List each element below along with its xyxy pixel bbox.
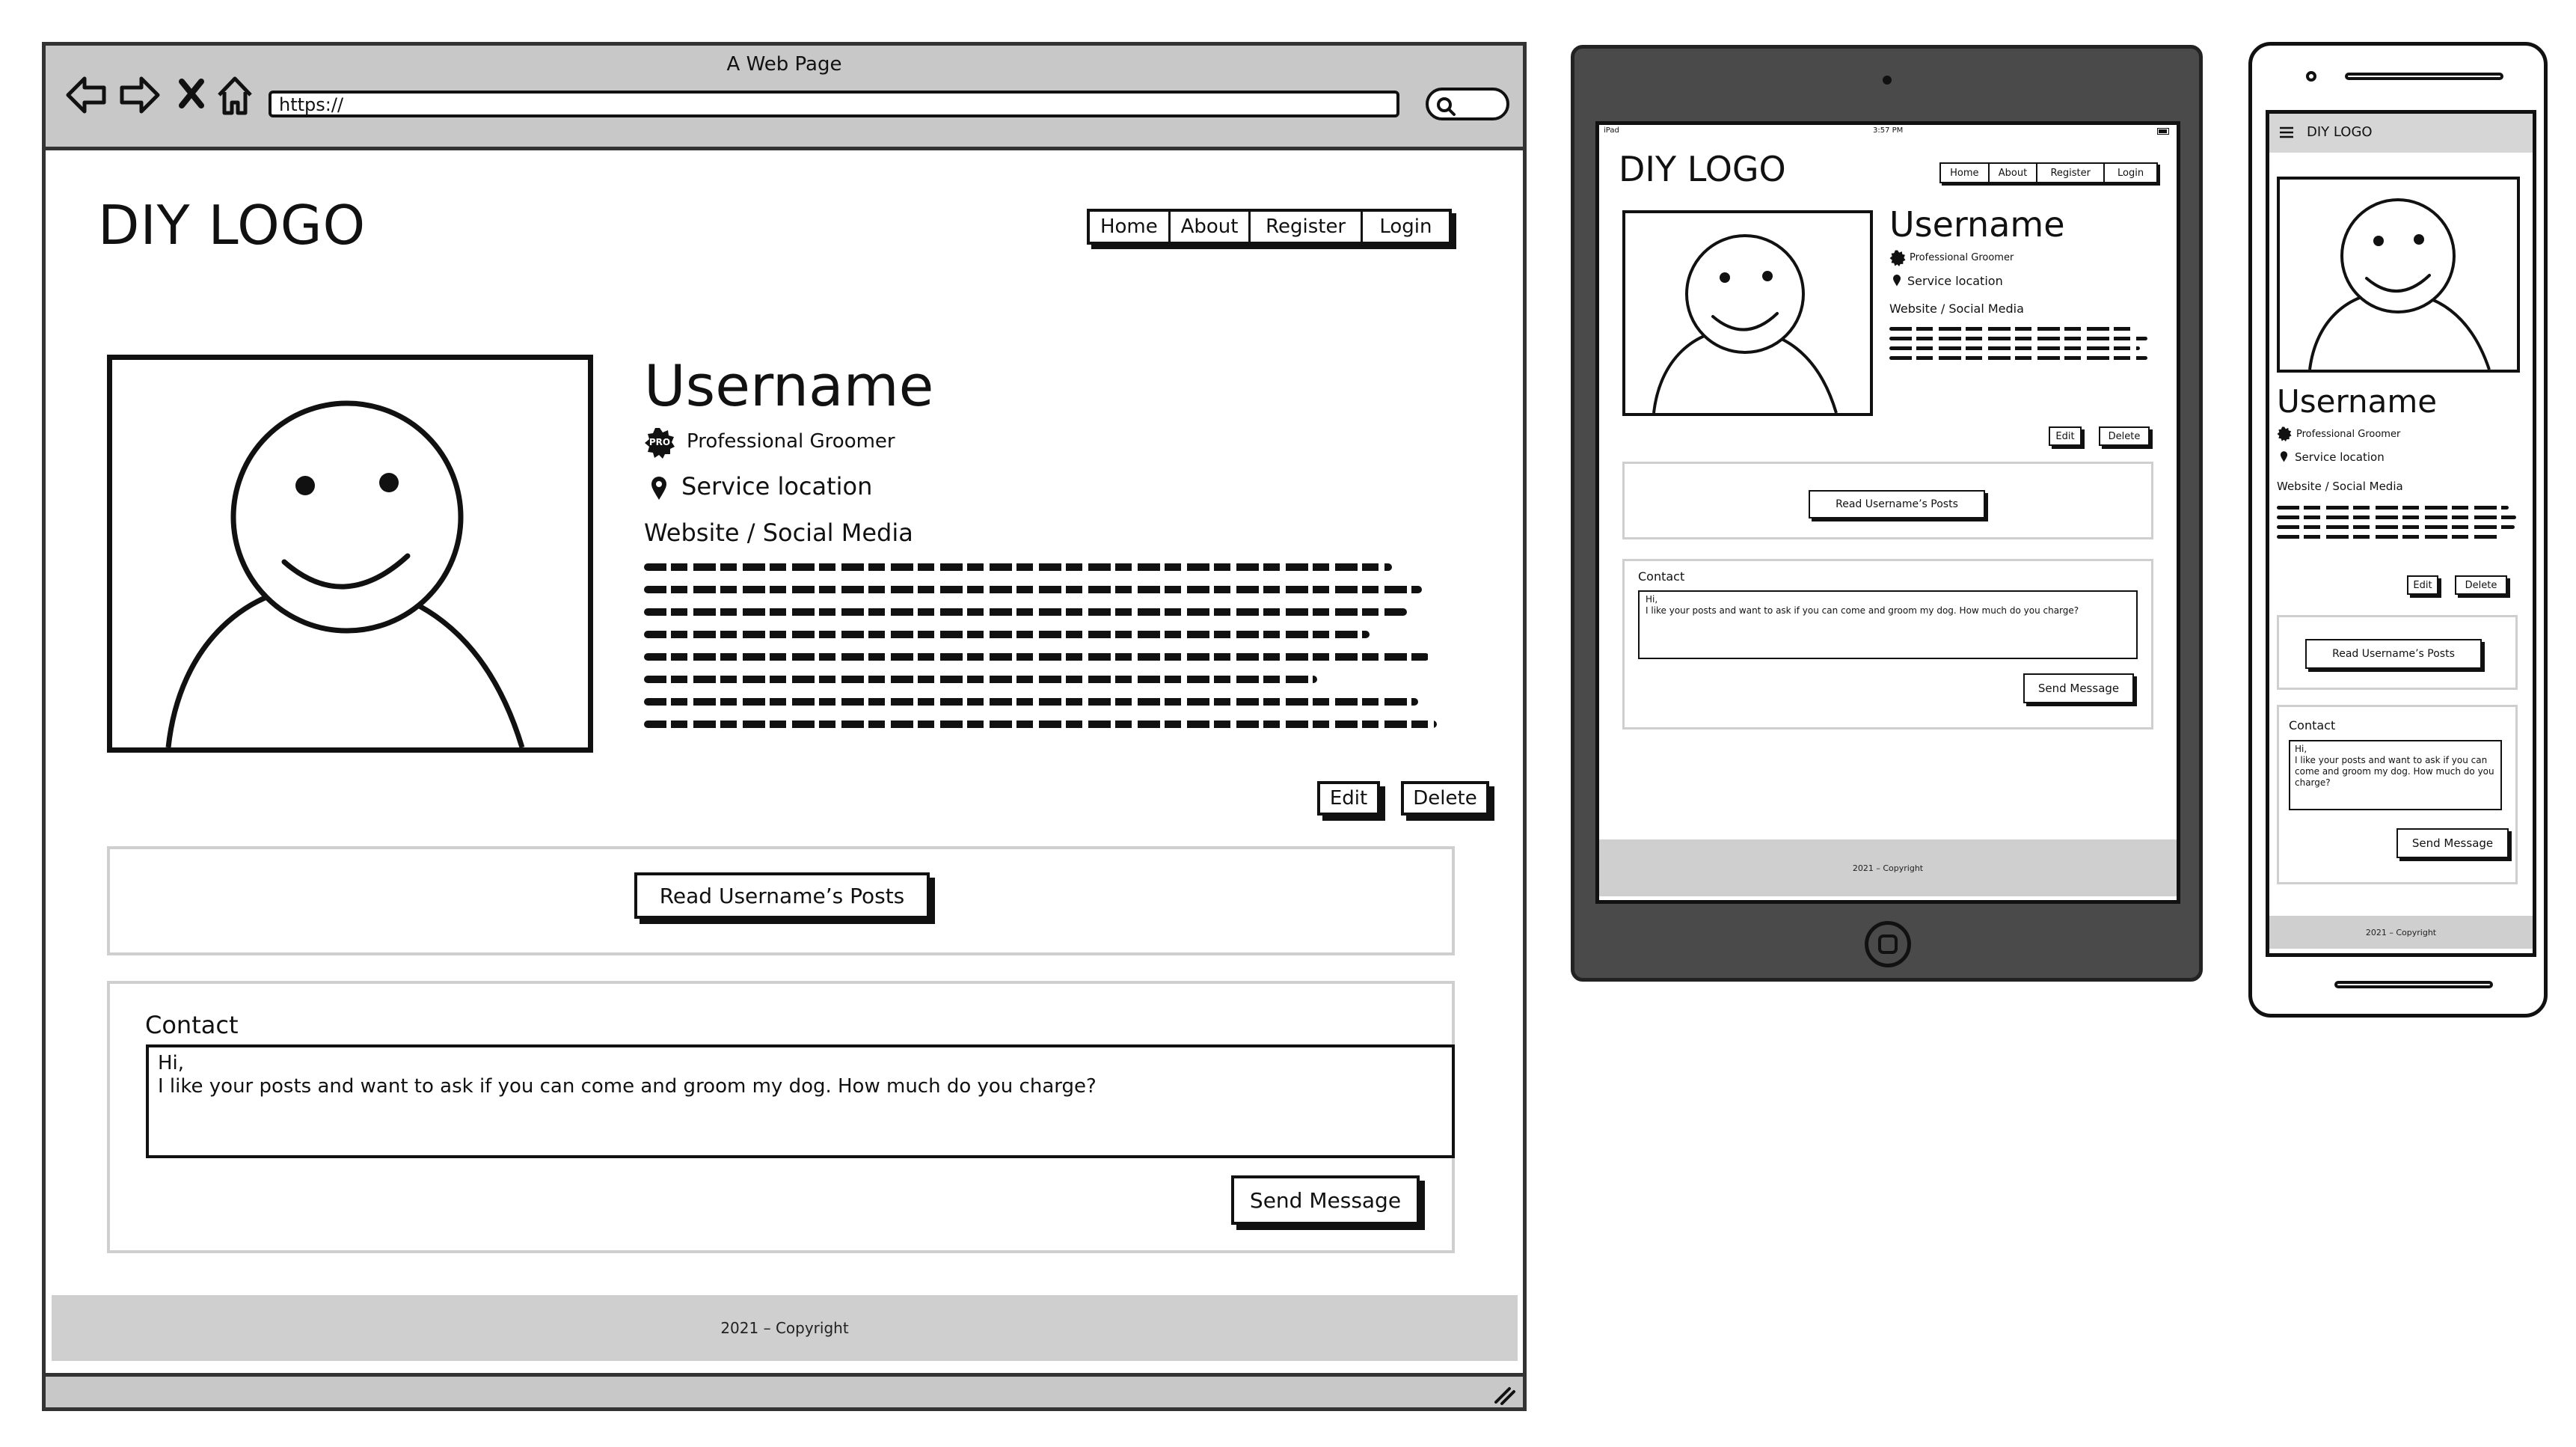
location-pin-icon [651,477,666,500]
phone-delete-button[interactable]: Delete [2455,575,2507,595]
back-arrow-icon[interactable] [65,76,107,114]
phone-smiley-person-image [2308,198,2491,370]
tablet-pro-badge-icon [1889,250,1906,266]
tablet-read-posts-button[interactable]: Read Username’s Posts [1809,490,1985,518]
browser-toolbar: A Web Page https:// [46,46,1523,150]
battery-fill [2159,129,2167,133]
tablet-nav-about[interactable]: About [1990,164,2038,182]
phone-home-bar[interactable] [2334,981,2493,988]
phone-screen: DIY LOGO Username Professional Groomer S… [2266,110,2536,957]
contact-title: Contact [145,1011,239,1039]
nav-about[interactable]: About [1171,212,1251,242]
forward-arrow-icon[interactable] [119,76,161,114]
tablet-camera [1883,76,1892,85]
stop-x-icon[interactable] [179,79,204,108]
home-icon[interactable] [216,76,254,116]
delete-button[interactable]: Delete [1401,781,1489,816]
phone-read-posts-button[interactable]: Read Username’s Posts [2305,639,2482,669]
profile-bio-placeholder [644,563,1459,743]
phone-header: DIY LOGO [2269,114,2533,153]
tablet-contact-title: Contact [1638,569,1685,584]
profile-username: Username [644,352,934,419]
nav-login[interactable]: Login [1363,212,1449,242]
resize-grip-icon[interactable] [1493,1384,1515,1405]
read-posts-button[interactable]: Read Username’s Posts [634,872,930,919]
search-icon [1437,97,1456,116]
phone-edit-button[interactable]: Edit [2407,575,2438,595]
window-title: A Web Page [726,53,842,76]
profile-website[interactable]: Website / Social Media [644,518,913,547]
tablet-nav-login[interactable]: Login [2105,164,2156,182]
browser-status-bar [46,1373,1523,1407]
url-text: https:// [279,94,344,115]
phone-footer: 2021 – Copyright [2269,916,2533,949]
nav-register[interactable]: Register [1251,212,1363,242]
pro-badge: PRO [644,427,675,459]
message-textarea[interactable]: Hi, I like your posts and want to ask if… [146,1044,1455,1158]
profile-location: Service location [681,472,873,501]
tablet-delete-button[interactable]: Delete [2099,426,2150,446]
tablet-device: iPad 3:57 PM DIY LOGO Home About Registe… [1571,45,2203,982]
tablet-status-bar: iPad 3:57 PM [1599,125,2177,138]
phone-role: Professional Groomer [2296,429,2401,440]
tablet-location: Service location [1907,274,2003,288]
url-bar[interactable]: https:// [269,91,1399,117]
phone-message-textarea[interactable]: Hi, I like your posts and want to ask if… [2289,740,2502,810]
phone-pro-badge-icon [2277,426,2292,441]
tablet-bio-placeholder [1889,327,2151,366]
nav-home[interactable]: Home [1090,212,1171,242]
phone-username: Username [2277,383,2438,420]
hamburger-menu-icon[interactable] [2280,126,2293,138]
tablet-role: Professional Groomer [1910,252,2014,263]
tablet-home-button[interactable] [1865,921,1911,967]
site-logo[interactable]: DIY LOGO [98,194,366,257]
phone-contact-title: Contact [2289,718,2336,732]
phone-location-pin-icon [2280,451,2288,462]
phone-logo[interactable]: DIY LOGO [2307,124,2373,140]
search-field[interactable] [1426,88,1509,120]
tablet-website[interactable]: Website / Social Media [1889,302,2024,316]
pro-badge-text: PRO [648,437,671,447]
phone-send-message-button[interactable]: Send Message [2396,828,2509,858]
battery-icon [2157,128,2169,135]
home-button-square [1878,934,1898,954]
phone-device: DIY LOGO Username Professional Groomer S… [2248,42,2548,1018]
main-nav: Home About Register Login [1087,209,1452,245]
tablet-location-pin-icon [1893,275,1901,287]
profile-role: Professional Groomer [687,430,895,453]
send-message-button[interactable]: Send Message [1231,1175,1420,1225]
tablet-footer: 2021 – Copyright [1599,839,2177,896]
desktop-browser-window: A Web Page https:// DIY LOGO Home About … [42,42,1527,1411]
phone-speaker [2345,73,2503,80]
tablet-message-textarea[interactable]: Hi, I like your posts and want to ask if… [1638,590,2138,659]
tablet-nav-register[interactable]: Register [2037,164,2106,182]
tablet-smiley-person-image [1652,234,1838,413]
phone-avatar [2277,177,2520,373]
tablet-nav: Home About Register Login [1939,162,2158,183]
tablet-nav-home[interactable]: Home [1941,164,1990,182]
tablet-username: Username [1889,204,2065,245]
tablet-edit-button[interactable]: Edit [2049,426,2082,446]
tablet-screen: iPad 3:57 PM DIY LOGO Home About Registe… [1595,121,2180,904]
tablet-avatar [1622,210,1873,416]
phone-bio-placeholder [2277,506,2524,545]
phone-location: Service location [2295,450,2385,464]
edit-button[interactable]: Edit [1317,781,1380,816]
page-footer: 2021 – Copyright [52,1295,1518,1361]
tablet-send-message-button[interactable]: Send Message [2023,673,2134,703]
profile-avatar [107,355,593,753]
tablet-status-time: 3:57 PM [1873,126,1904,135]
smiley-person-image [165,400,525,747]
tablet-status-carrier: iPad [1604,126,1619,135]
tablet-logo[interactable]: DIY LOGO [1619,149,1786,189]
phone-website[interactable]: Website / Social Media [2277,480,2403,493]
phone-camera [2306,71,2316,82]
